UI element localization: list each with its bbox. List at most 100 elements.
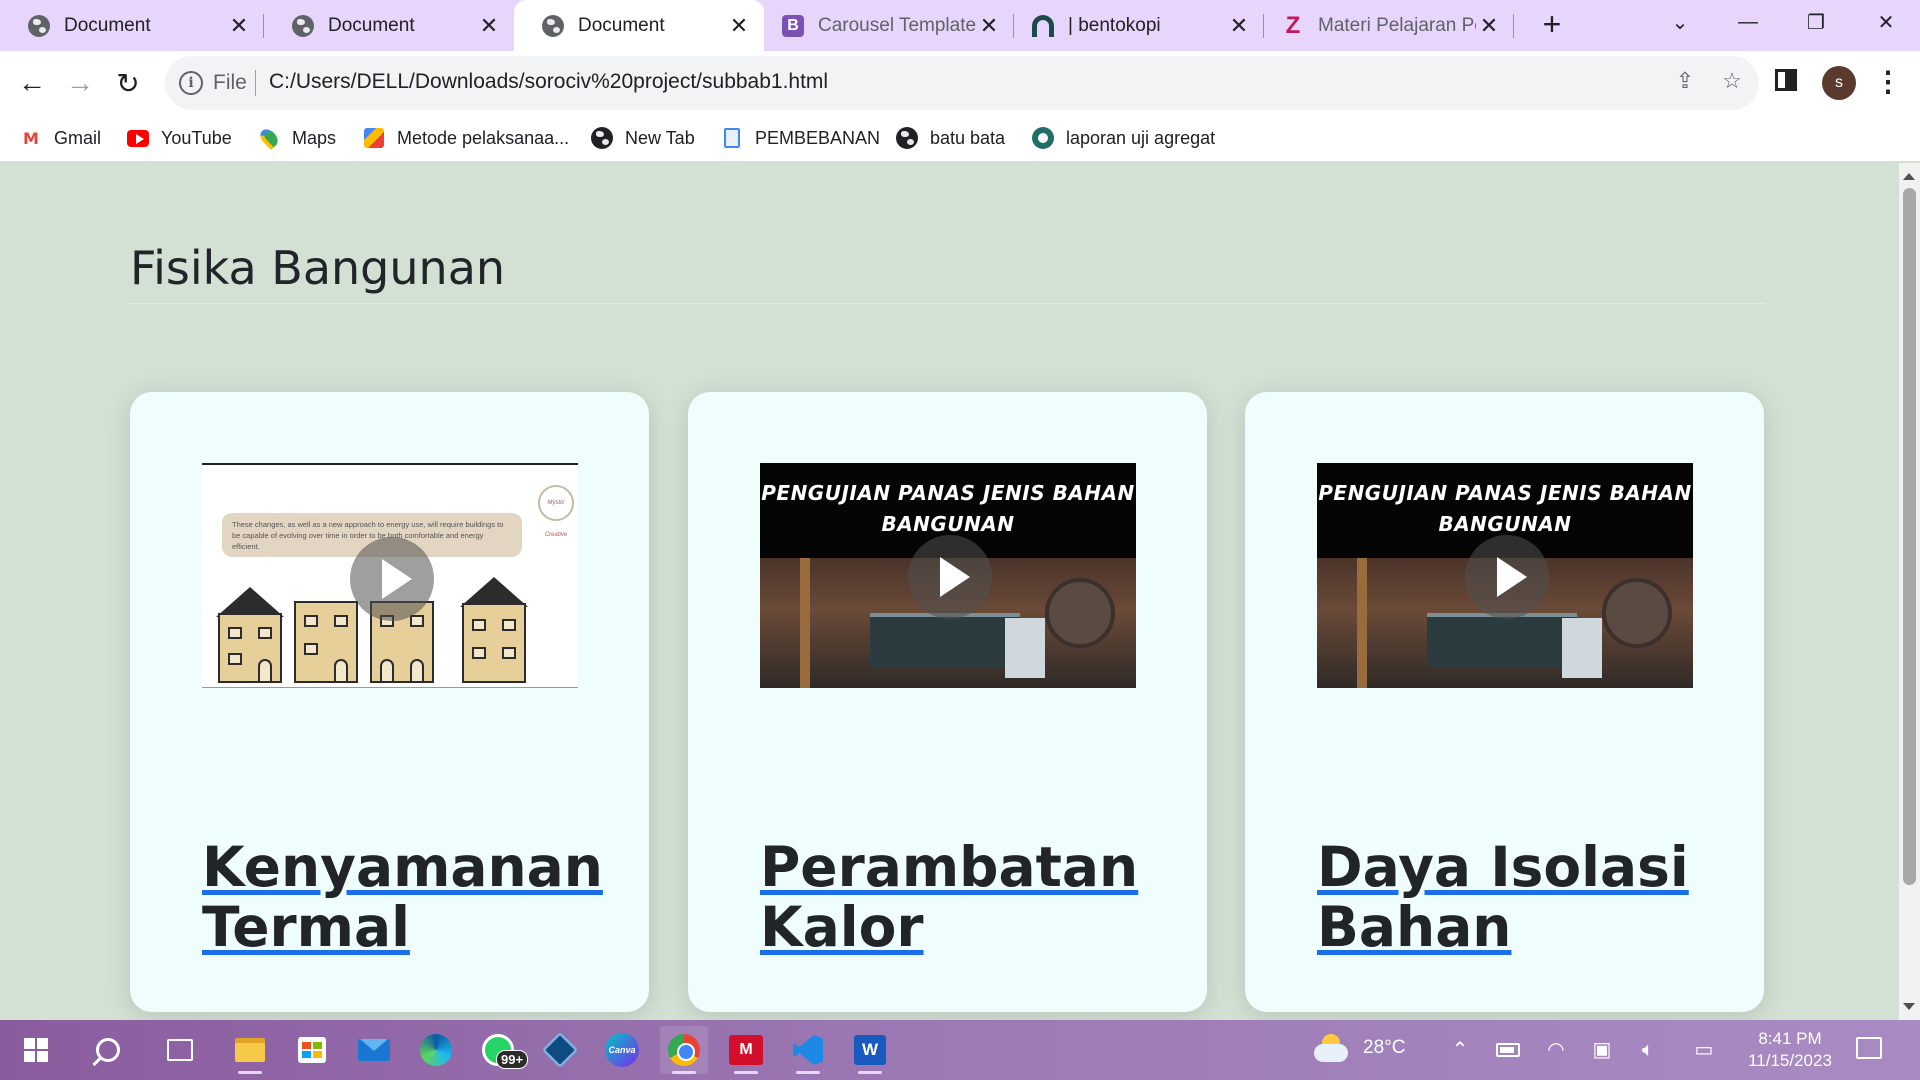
- url-text[interactable]: C:/Users/DELL/Downloads/sorociv%20projec…: [269, 70, 828, 94]
- bookmark-metode[interactable]: Metode pelaksanaa...: [363, 123, 569, 153]
- video-thumbnail[interactable]: PENGUJIAN PANAS JENIS BAHAN BANGUNAN: [760, 463, 1136, 688]
- share-icon[interactable]: ⇪: [1670, 68, 1700, 98]
- card-title-link[interactable]: Kenyamanan Termal: [202, 837, 622, 957]
- play-button-icon[interactable]: [908, 535, 992, 619]
- browser-tab[interactable]: B Carousel Template ✕: [764, 0, 1014, 51]
- wifi-icon[interactable]: ◠: [1544, 1038, 1568, 1062]
- bookmark-maps[interactable]: Maps: [256, 123, 337, 153]
- mendeley-icon[interactable]: M: [722, 1026, 770, 1074]
- scroll-up-arrow-icon[interactable]: [1903, 173, 1915, 180]
- word-icon[interactable]: W: [846, 1026, 894, 1074]
- minimize-window-button[interactable]: —: [1714, 0, 1782, 44]
- site-info-icon[interactable]: i: [179, 71, 203, 95]
- bookmark-pembebanan[interactable]: PEMBEBANAN: [721, 123, 880, 153]
- task-view-icon[interactable]: [156, 1026, 204, 1074]
- tab-title: Document: [328, 14, 415, 36]
- close-window-button[interactable]: ✕: [1852, 0, 1920, 44]
- close-tab-icon[interactable]: ✕: [976, 13, 1002, 39]
- windows-taskbar: 99+ Canva M W 28°C ⌃ ◠ ▣ 🔈︎ ▭ 8:41 PM 11…: [0, 1020, 1920, 1080]
- bookmark-label: Maps: [292, 127, 337, 148]
- play-button-icon[interactable]: [350, 537, 434, 621]
- browser-toolbar: ← → ↻ i File C:/Users/DELL/Downloads/sor…: [0, 51, 1920, 115]
- camera-icon[interactable]: ▣: [1590, 1038, 1614, 1062]
- close-tab-icon[interactable]: ✕: [226, 13, 252, 39]
- topic-card: PENGUJIAN PANAS JENIS BAHAN BANGUNAN Per…: [688, 392, 1207, 1012]
- maps-icon: [256, 125, 282, 151]
- bookmark-batu-bata[interactable]: batu bata: [896, 123, 1005, 153]
- globe-icon: [896, 127, 918, 149]
- close-tab-icon[interactable]: ✕: [726, 13, 752, 39]
- file-explorer-icon[interactable]: [226, 1026, 274, 1074]
- search-icon[interactable]: [84, 1026, 132, 1074]
- close-tab-icon[interactable]: ✕: [1226, 13, 1252, 39]
- video-thumbnail[interactable]: PENGUJIAN PANAS JENIS BAHAN BANGUNAN: [1317, 463, 1693, 688]
- weather-icon[interactable]: [1312, 1034, 1350, 1064]
- bookmark-youtube[interactable]: YouTube: [127, 123, 232, 153]
- bookmark-new-tab[interactable]: New Tab: [591, 123, 695, 153]
- chrome-app-icon: [1032, 127, 1054, 149]
- bookmark-gmail[interactable]: M Gmail: [20, 123, 101, 153]
- bookmark-laporan[interactable]: laporan uji agregat: [1032, 123, 1215, 153]
- tab-title: Document: [578, 14, 665, 36]
- topic-card: These changes, as well as a new approach…: [130, 392, 649, 1012]
- browser-tab[interactable]: Document ✕: [264, 0, 514, 51]
- divider: [255, 70, 256, 96]
- document-icon: [721, 127, 743, 149]
- bookmarks-bar: M Gmail YouTube Maps Metode pelaksanaa..…: [0, 115, 1920, 162]
- kebab-menu-icon[interactable]: ⋮: [1874, 65, 1902, 101]
- gmail-icon: M: [23, 128, 39, 148]
- tab-title: | bentokopi: [1068, 14, 1161, 36]
- scrollbar-thumb[interactable]: [1903, 188, 1916, 885]
- tab-title: Document: [64, 14, 151, 36]
- chevron-up-icon[interactable]: ⌃: [1448, 1038, 1472, 1062]
- video-thumbnail[interactable]: These changes, as well as a new approach…: [202, 463, 578, 688]
- profile-avatar[interactable]: s: [1822, 66, 1856, 100]
- tab-title: Carousel Template: [818, 14, 976, 36]
- arch-icon: [1032, 14, 1054, 37]
- restore-window-button[interactable]: ❐: [1782, 0, 1850, 44]
- metode-icon: [363, 127, 385, 149]
- bookmark-label: laporan uji agregat: [1066, 127, 1216, 148]
- tab-search-icon[interactable]: ⌄: [1665, 10, 1695, 40]
- back-icon[interactable]: ←: [12, 63, 52, 103]
- clock-date: 11/15/2023: [1748, 1051, 1832, 1070]
- z-icon: Z: [1285, 11, 1301, 39]
- bookmark-star-icon[interactable]: ☆: [1717, 68, 1747, 98]
- whatsapp-icon[interactable]: 99+: [474, 1026, 529, 1074]
- globe-icon: [292, 14, 314, 37]
- address-bar[interactable]: i File C:/Users/DELL/Downloads/sorociv%2…: [165, 56, 1759, 110]
- vscode-icon[interactable]: [784, 1026, 832, 1074]
- notification-center-icon[interactable]: [1856, 1037, 1882, 1059]
- page-scrollbar[interactable]: [1899, 163, 1920, 1020]
- reload-icon[interactable]: ↻: [108, 63, 148, 103]
- start-button[interactable]: [12, 1026, 60, 1074]
- forward-icon[interactable]: →: [60, 63, 100, 103]
- browser-tab-active[interactable]: Document ✕: [514, 0, 764, 51]
- side-panel-icon[interactable]: [1775, 69, 1797, 91]
- close-tab-icon[interactable]: ✕: [1476, 13, 1502, 39]
- edge-icon[interactable]: [412, 1026, 460, 1074]
- bookmark-label: batu bata: [930, 127, 1006, 148]
- sketchup-icon[interactable]: [536, 1026, 584, 1074]
- canva-icon[interactable]: Canva: [598, 1026, 646, 1074]
- clock-time: 8:41 PM: [1758, 1029, 1822, 1048]
- close-tab-icon[interactable]: ✕: [476, 13, 502, 39]
- microsoft-store-icon[interactable]: [288, 1026, 336, 1074]
- card-title-link[interactable]: Perambatan Kalor: [760, 837, 1180, 957]
- chrome-icon[interactable]: [660, 1026, 708, 1074]
- temperature-label[interactable]: 28°C: [1363, 1037, 1405, 1059]
- browser-tab[interactable]: | bentokopi ✕: [1014, 0, 1264, 51]
- volume-icon[interactable]: 🔈︎: [1636, 1038, 1660, 1062]
- card-title-link[interactable]: Daya Isolasi Bahan: [1317, 837, 1737, 957]
- system-clock[interactable]: 8:41 PM 11/15/2023: [1730, 1028, 1850, 1072]
- browser-tab[interactable]: Document ✕: [0, 0, 264, 51]
- keyboard-layout-icon[interactable]: ▭: [1692, 1038, 1716, 1062]
- scroll-down-arrow-icon[interactable]: [1903, 1003, 1915, 1010]
- play-button-icon[interactable]: [1465, 535, 1549, 619]
- battery-icon[interactable]: [1496, 1038, 1520, 1062]
- mail-icon[interactable]: [350, 1026, 398, 1074]
- browser-tab[interactable]: Z Materi Pelajaran Pe ✕: [1264, 0, 1514, 51]
- new-tab-button[interactable]: +: [1535, 8, 1569, 42]
- page-viewport: Fisika Bangunan These changes, as well a…: [0, 163, 1899, 1020]
- bookmark-label: Gmail: [54, 127, 102, 148]
